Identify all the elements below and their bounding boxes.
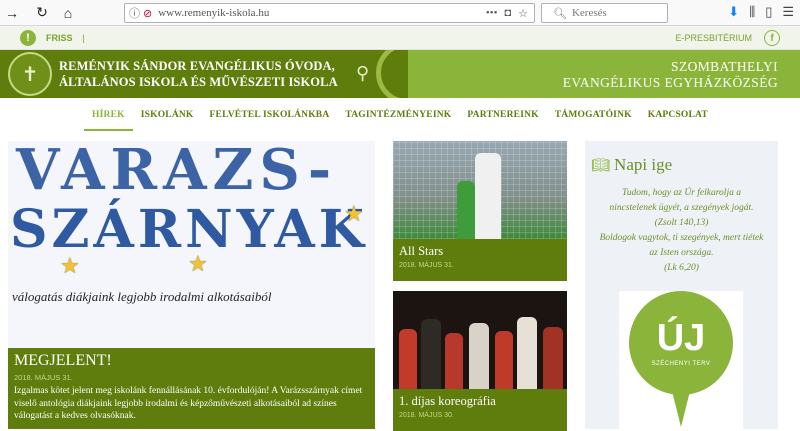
news-card-title[interactable]: 1. díjas koreográfia bbox=[399, 394, 561, 409]
szechenyi-terv-banner[interactable]: ÚJ SZÉCHENYI TERV bbox=[619, 291, 743, 429]
page-actions-icon[interactable]: ••• bbox=[486, 7, 498, 20]
main-article-image[interactable]: VARAZS- SZÁRNYAK válogatás diákjaink leg… bbox=[8, 141, 375, 348]
bookmark-star-icon[interactable]: ☆ bbox=[518, 7, 528, 20]
news-card-date: 2018. MÁJUS 30. bbox=[399, 412, 454, 419]
news-card-image[interactable] bbox=[393, 141, 567, 239]
menu-item-felvetel[interactable]: FELVÉTEL ISKOLÁNKBA bbox=[202, 99, 338, 131]
insecure-lock-icon[interactable]: ⊘ bbox=[143, 7, 152, 20]
map-pin-icon: ÚJ SZÉCHENYI TERV bbox=[629, 291, 733, 395]
home-icon[interactable]: ⌂ bbox=[58, 3, 78, 23]
menu-item-partnereink[interactable]: PARTNEREINK bbox=[459, 99, 546, 131]
search-placeholder: Keresés bbox=[571, 7, 607, 19]
back-icon[interactable]: → bbox=[2, 3, 22, 23]
church-name[interactable]: SZOMBATHELYI EVANGÉLIKUS EGYHÁZKÖZSÉG bbox=[563, 59, 778, 91]
book-cover-title-1: VARAZS- bbox=[16, 141, 338, 203]
daily-verse-heading: 📖︎ Napi ige bbox=[591, 155, 673, 174]
church-banner[interactable]: SZOMBATHELYI EVANGÉLIKUS EGYHÁZKÖZSÉG bbox=[408, 50, 800, 98]
search-icon: 🔍︎ bbox=[553, 7, 567, 20]
menu-item-kapcsolat[interactable]: KAPCSOLAT bbox=[640, 99, 716, 131]
star-icon: ★ bbox=[188, 251, 208, 276]
news-card-image[interactable] bbox=[393, 291, 567, 389]
book-icon: 📖︎ bbox=[591, 157, 611, 174]
star-icon: ★ bbox=[60, 253, 80, 278]
school-banner[interactable]: ✝ REMÉNYIK SÁNDOR EVANGÉLIKUS ÓVODA, ÁLT… bbox=[0, 50, 408, 98]
school-name[interactable]: REMÉNYIK SÁNDOR EVANGÉLIKUS ÓVODA, ÁLTAL… bbox=[59, 58, 338, 90]
main-article-caption[interactable]: MEGJELENT! 2018. MÁJUS 31. Izgalmas köte… bbox=[8, 348, 375, 429]
epresbiterium-link[interactable]: E-PRESBITÉRIUM bbox=[675, 33, 752, 43]
url-text[interactable]: www.remenyik-iskola.hu bbox=[158, 7, 269, 19]
main-article-title[interactable]: MEGJELENT! bbox=[14, 352, 369, 370]
alert-icon: ! bbox=[20, 30, 36, 46]
main-menu: HÍREK ISKOLÁNK FELVÉTEL ISKOLÁNKBA TAGIN… bbox=[0, 99, 800, 131]
download-icon[interactable]: ⬇ bbox=[728, 4, 739, 20]
menu-icon[interactable]: ☰ bbox=[782, 4, 794, 20]
toolbar-right: ⬇ ⫼ ▯ ☰ bbox=[728, 4, 794, 20]
separator: | bbox=[82, 33, 85, 43]
daily-verse: Tudom, hogy az Úr felkarolja a nincstele… bbox=[599, 188, 764, 273]
sidebar-icon[interactable]: ▯ bbox=[765, 4, 772, 20]
reload-icon[interactable]: ↻ bbox=[32, 3, 52, 23]
menu-item-tagintezmenyeink[interactable]: TAGINTÉZMÉNYEINK bbox=[337, 99, 459, 131]
friss-link[interactable]: FRISS bbox=[46, 33, 73, 43]
pocket-icon[interactable]: ◘ bbox=[504, 7, 511, 20]
facebook-icon[interactable]: f bbox=[764, 30, 780, 46]
library-icon[interactable]: ⫼ bbox=[749, 4, 755, 20]
main-article-excerpt: Izgalmas kötet jelent meg iskolánk fenná… bbox=[14, 386, 363, 421]
news-card-title[interactable]: All Stars bbox=[399, 244, 561, 259]
menu-item-tamogatoink[interactable]: TÁMOGATÓINK bbox=[547, 99, 640, 131]
info-icon[interactable]: ⓘ bbox=[129, 5, 140, 21]
school-logo-icon[interactable]: ✝ bbox=[8, 52, 52, 96]
sidebar: 📖︎ Napi ige Tudom, hogy az Úr felkarolja… bbox=[585, 141, 778, 429]
site-header: ✝ REMÉNYIK SÁNDOR EVANGÉLIKUS ÓVODA, ÁLT… bbox=[0, 50, 800, 98]
top-strip: ! FRISS | E-PRESBITÉRIUM f bbox=[0, 26, 800, 50]
menu-item-iskolank[interactable]: ISKOLÁNK bbox=[133, 99, 202, 131]
book-cover-subtitle: válogatás diákjaink legjobb irodalmi alk… bbox=[12, 289, 272, 304]
news-card[interactable]: 1. díjas koreográfia 2018. MÁJUS 30. bbox=[393, 291, 567, 431]
browser-search-input[interactable]: 🔍︎ Keresés bbox=[541, 3, 668, 23]
search-icon[interactable]: ⚲ bbox=[356, 63, 369, 84]
main-article-date: 2018. MÁJUS 31. bbox=[14, 373, 73, 382]
menu-item-hirek[interactable]: HÍREK bbox=[84, 99, 133, 131]
news-card-date: 2018. MÁJUS 31. bbox=[399, 262, 454, 269]
star-icon: ★ bbox=[344, 201, 364, 226]
news-card[interactable]: All Stars 2018. MÁJUS 31. bbox=[393, 141, 567, 281]
decorative-sun bbox=[376, 50, 408, 98]
url-bar[interactable]: ⓘ ⊘ www.remenyik-iskola.hu ••• ◘ ☆ bbox=[124, 3, 535, 23]
